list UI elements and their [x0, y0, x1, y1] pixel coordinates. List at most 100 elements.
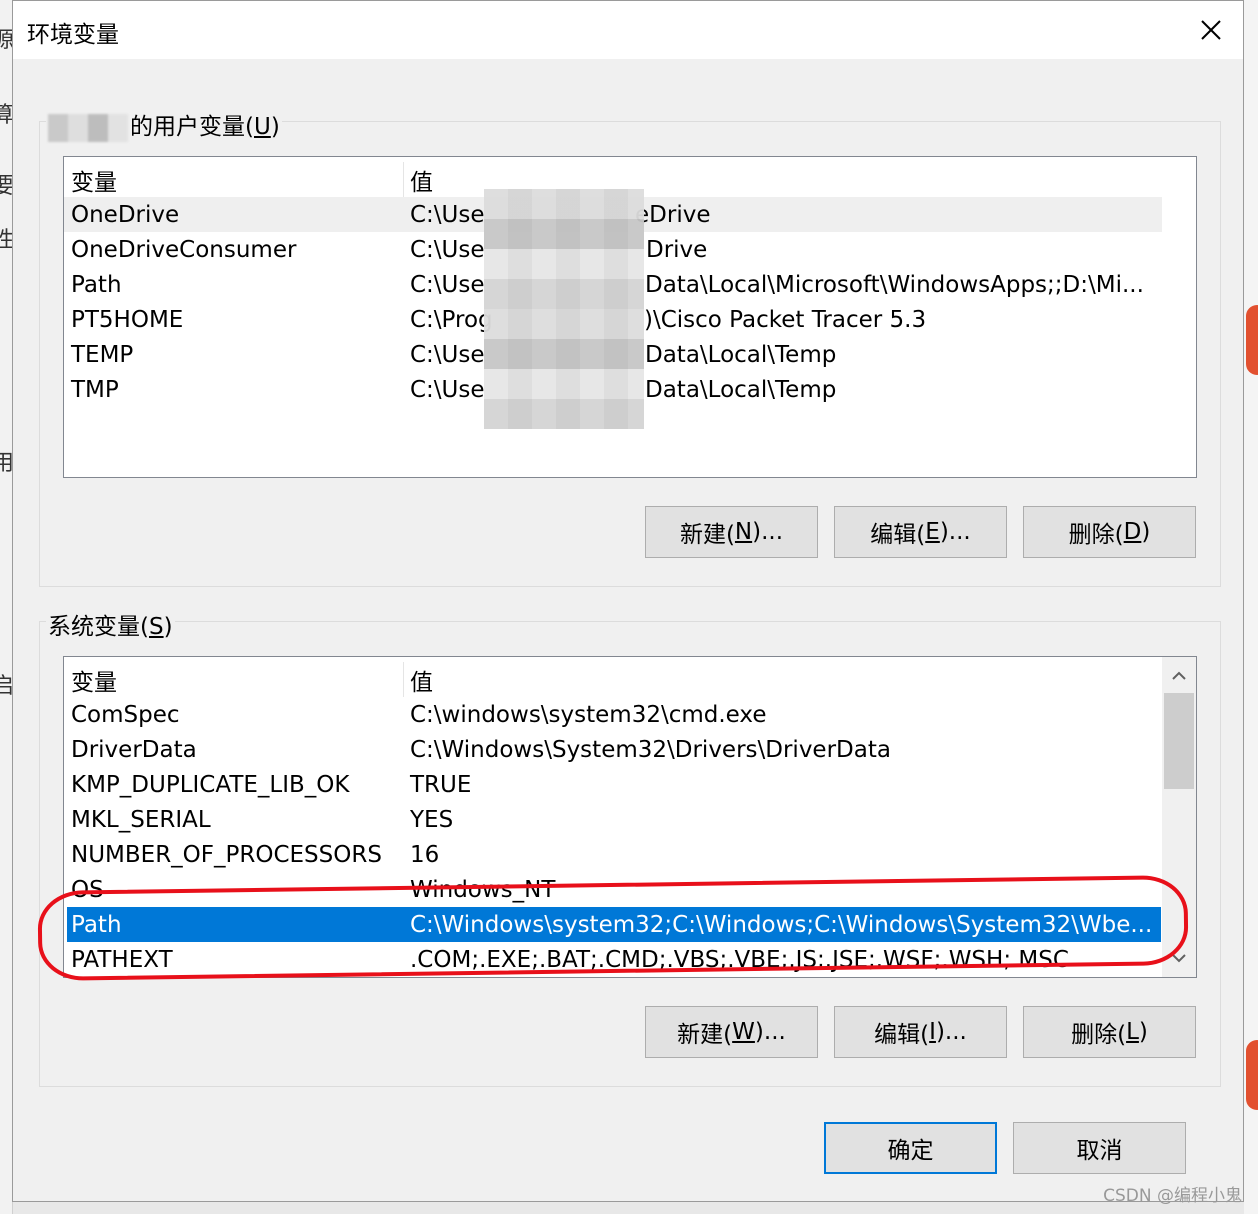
- btn-text: 编辑(: [870, 522, 926, 548]
- column-header-variable[interactable]: 变量: [71, 663, 117, 697]
- btn-text: )...: [752, 519, 784, 545]
- var-value-tail: Data\Local\Temp: [645, 376, 837, 403]
- var-name: KMP_DUPLICATE_LIB_OK: [71, 771, 350, 798]
- system-edit-button[interactable]: 编辑(I)...: [834, 1006, 1007, 1058]
- bg-red-mark: [1246, 305, 1258, 375]
- var-name: DriverData: [71, 736, 197, 763]
- var-value: 16: [410, 841, 440, 868]
- user-variables-label-text: 的用户变量(: [130, 114, 254, 140]
- system-var-row[interactable]: KMP_DUPLICATE_LIB_OK TRUE: [64, 767, 1162, 802]
- bg-red-mark: [1246, 1040, 1258, 1110]
- var-value: Windows_NT: [410, 876, 556, 903]
- system-var-row[interactable]: PATHEXT .COM;.EXE;.BAT;.CMD;.VBS;.VBE;.J…: [64, 942, 1162, 977]
- redaction-mosaic: [484, 189, 644, 429]
- scroll-thumb[interactable]: [1164, 693, 1194, 789]
- column-header-variable[interactable]: 变量: [71, 163, 117, 197]
- btn-text: 编辑(: [874, 1022, 930, 1048]
- scroll-down-button[interactable]: [1162, 941, 1196, 975]
- var-name: PT5HOME: [71, 306, 184, 333]
- var-name: NUMBER_OF_PROCESSORS: [71, 841, 382, 868]
- var-name: Path: [71, 911, 122, 938]
- column-separator: [403, 162, 404, 197]
- btn-text: )...: [935, 1019, 967, 1045]
- btn-text: 新建(: [677, 1022, 733, 1048]
- btn-hotkey: W: [732, 1019, 755, 1045]
- btn-text: )...: [754, 1019, 786, 1045]
- redacted-username: [48, 113, 128, 142]
- user-new-button[interactable]: 新建(N)...: [645, 506, 818, 558]
- btn-hotkey: D: [1123, 519, 1142, 545]
- dialog-title: 环境变量: [27, 22, 119, 48]
- system-variables-label: 系统变量(S): [46, 607, 175, 641]
- btn-text: 删除(: [1071, 1022, 1127, 1048]
- system-variables-label-text: 系统变量(: [48, 614, 149, 640]
- user-variables-hotkey: U: [253, 114, 271, 140]
- system-var-row[interactable]: OS Windows_NT: [64, 872, 1162, 907]
- column-header-value[interactable]: 值: [410, 163, 433, 197]
- var-name: Path: [71, 271, 122, 298]
- ok-button[interactable]: 确定: [824, 1122, 997, 1174]
- watermark: CSDN @编程小鬼: [1103, 1186, 1242, 1206]
- system-variables-hotkey: S: [148, 614, 164, 640]
- var-value: C:\Use: [410, 341, 485, 368]
- system-var-row[interactable]: DriverData C:\Windows\System32\Drivers\D…: [64, 732, 1162, 767]
- var-value-tail: )\Cisco Packet Tracer 5.3: [644, 306, 927, 333]
- var-name: OS: [71, 876, 104, 903]
- var-name: OneDriveConsumer: [71, 236, 297, 263]
- var-value: C:\Windows\system32;C:\Windows;C:\Window…: [410, 911, 1153, 938]
- var-value: YES: [410, 806, 454, 833]
- system-variables-list[interactable]: 变量 值 ComSpec C:\windows\system32\cmd.exe…: [63, 656, 1197, 978]
- user-delete-button[interactable]: 删除(D): [1023, 506, 1196, 558]
- btn-text: 新建(: [679, 522, 735, 548]
- close-button[interactable]: [1179, 1, 1243, 59]
- var-value: C:\Windows\System32\Drivers\DriverData: [410, 736, 891, 763]
- system-var-row[interactable]: ComSpec C:\windows\system32\cmd.exe: [64, 697, 1162, 732]
- system-var-row-path-selected[interactable]: Path C:\Windows\system32;C:\Windows;C:\W…: [67, 907, 1161, 942]
- column-separator: [403, 662, 404, 697]
- system-new-button[interactable]: 新建(W)...: [645, 1006, 818, 1058]
- system-variables-label-suffix: ): [163, 614, 173, 640]
- var-value-tail: Data\Local\Microsoft\WindowsApps;;D:\Mi.…: [645, 271, 1144, 298]
- var-value: C:\windows\system32\cmd.exe: [410, 701, 767, 728]
- var-value-tail: Drive: [646, 236, 708, 263]
- btn-text: 删除(: [1068, 522, 1124, 548]
- var-name: TMP: [71, 376, 119, 403]
- background-window-right: [1244, 0, 1258, 1214]
- system-var-row[interactable]: NUMBER_OF_PROCESSORS 16: [64, 837, 1162, 872]
- user-variables-list[interactable]: 变量 值 OneDrive C:\Use eDrive OneDriveCons…: [63, 156, 1197, 478]
- system-var-row[interactable]: MKL_SERIAL YES: [64, 802, 1162, 837]
- var-name: PATHEXT: [71, 946, 173, 973]
- user-variables-label: 的用户变量(U): [46, 107, 282, 142]
- btn-hotkey: L: [1126, 1019, 1139, 1045]
- var-value: C:\Use: [410, 236, 485, 263]
- user-variables-label-suffix: ): [270, 114, 280, 140]
- btn-hotkey: E: [925, 519, 940, 545]
- var-value: C:\Use: [410, 201, 485, 228]
- cancel-button[interactable]: 取消: [1013, 1122, 1186, 1174]
- var-name: MKL_SERIAL: [71, 806, 211, 833]
- btn-text: ): [1138, 1019, 1148, 1045]
- var-value: .COM;.EXE;.BAT;.CMD;.VBS;.VBE;.JS;.JSE;.…: [410, 946, 1069, 973]
- system-list-scrollbar[interactable]: [1162, 657, 1196, 977]
- column-header-value[interactable]: 值: [410, 663, 433, 697]
- chevron-down-icon: [1172, 954, 1186, 963]
- system-list-header: 变量 值: [64, 662, 1162, 697]
- btn-hotkey: N: [734, 519, 753, 545]
- var-value: C:\Use: [410, 376, 485, 403]
- btn-text: )...: [939, 519, 971, 545]
- scroll-up-button[interactable]: [1162, 659, 1196, 693]
- close-icon: [1201, 20, 1221, 40]
- var-name: OneDrive: [71, 201, 180, 228]
- chevron-up-icon: [1172, 671, 1186, 680]
- btn-hotkey: I: [929, 1019, 936, 1045]
- environment-variables-dialog: 环境变量 的用户变量(U) 变量 值 OneDrive C:\Use eDriv…: [12, 0, 1244, 1202]
- var-value-tail: Data\Local\Temp: [645, 341, 837, 368]
- var-value: C:\Use: [410, 271, 485, 298]
- var-value: TRUE: [410, 771, 472, 798]
- var-name: ComSpec: [71, 701, 180, 728]
- btn-text: ): [1141, 519, 1151, 545]
- title-bar: 环境变量: [13, 1, 1243, 59]
- system-delete-button[interactable]: 删除(L): [1023, 1006, 1196, 1058]
- var-value-tail: eDrive: [635, 201, 711, 228]
- user-edit-button[interactable]: 编辑(E)...: [834, 506, 1007, 558]
